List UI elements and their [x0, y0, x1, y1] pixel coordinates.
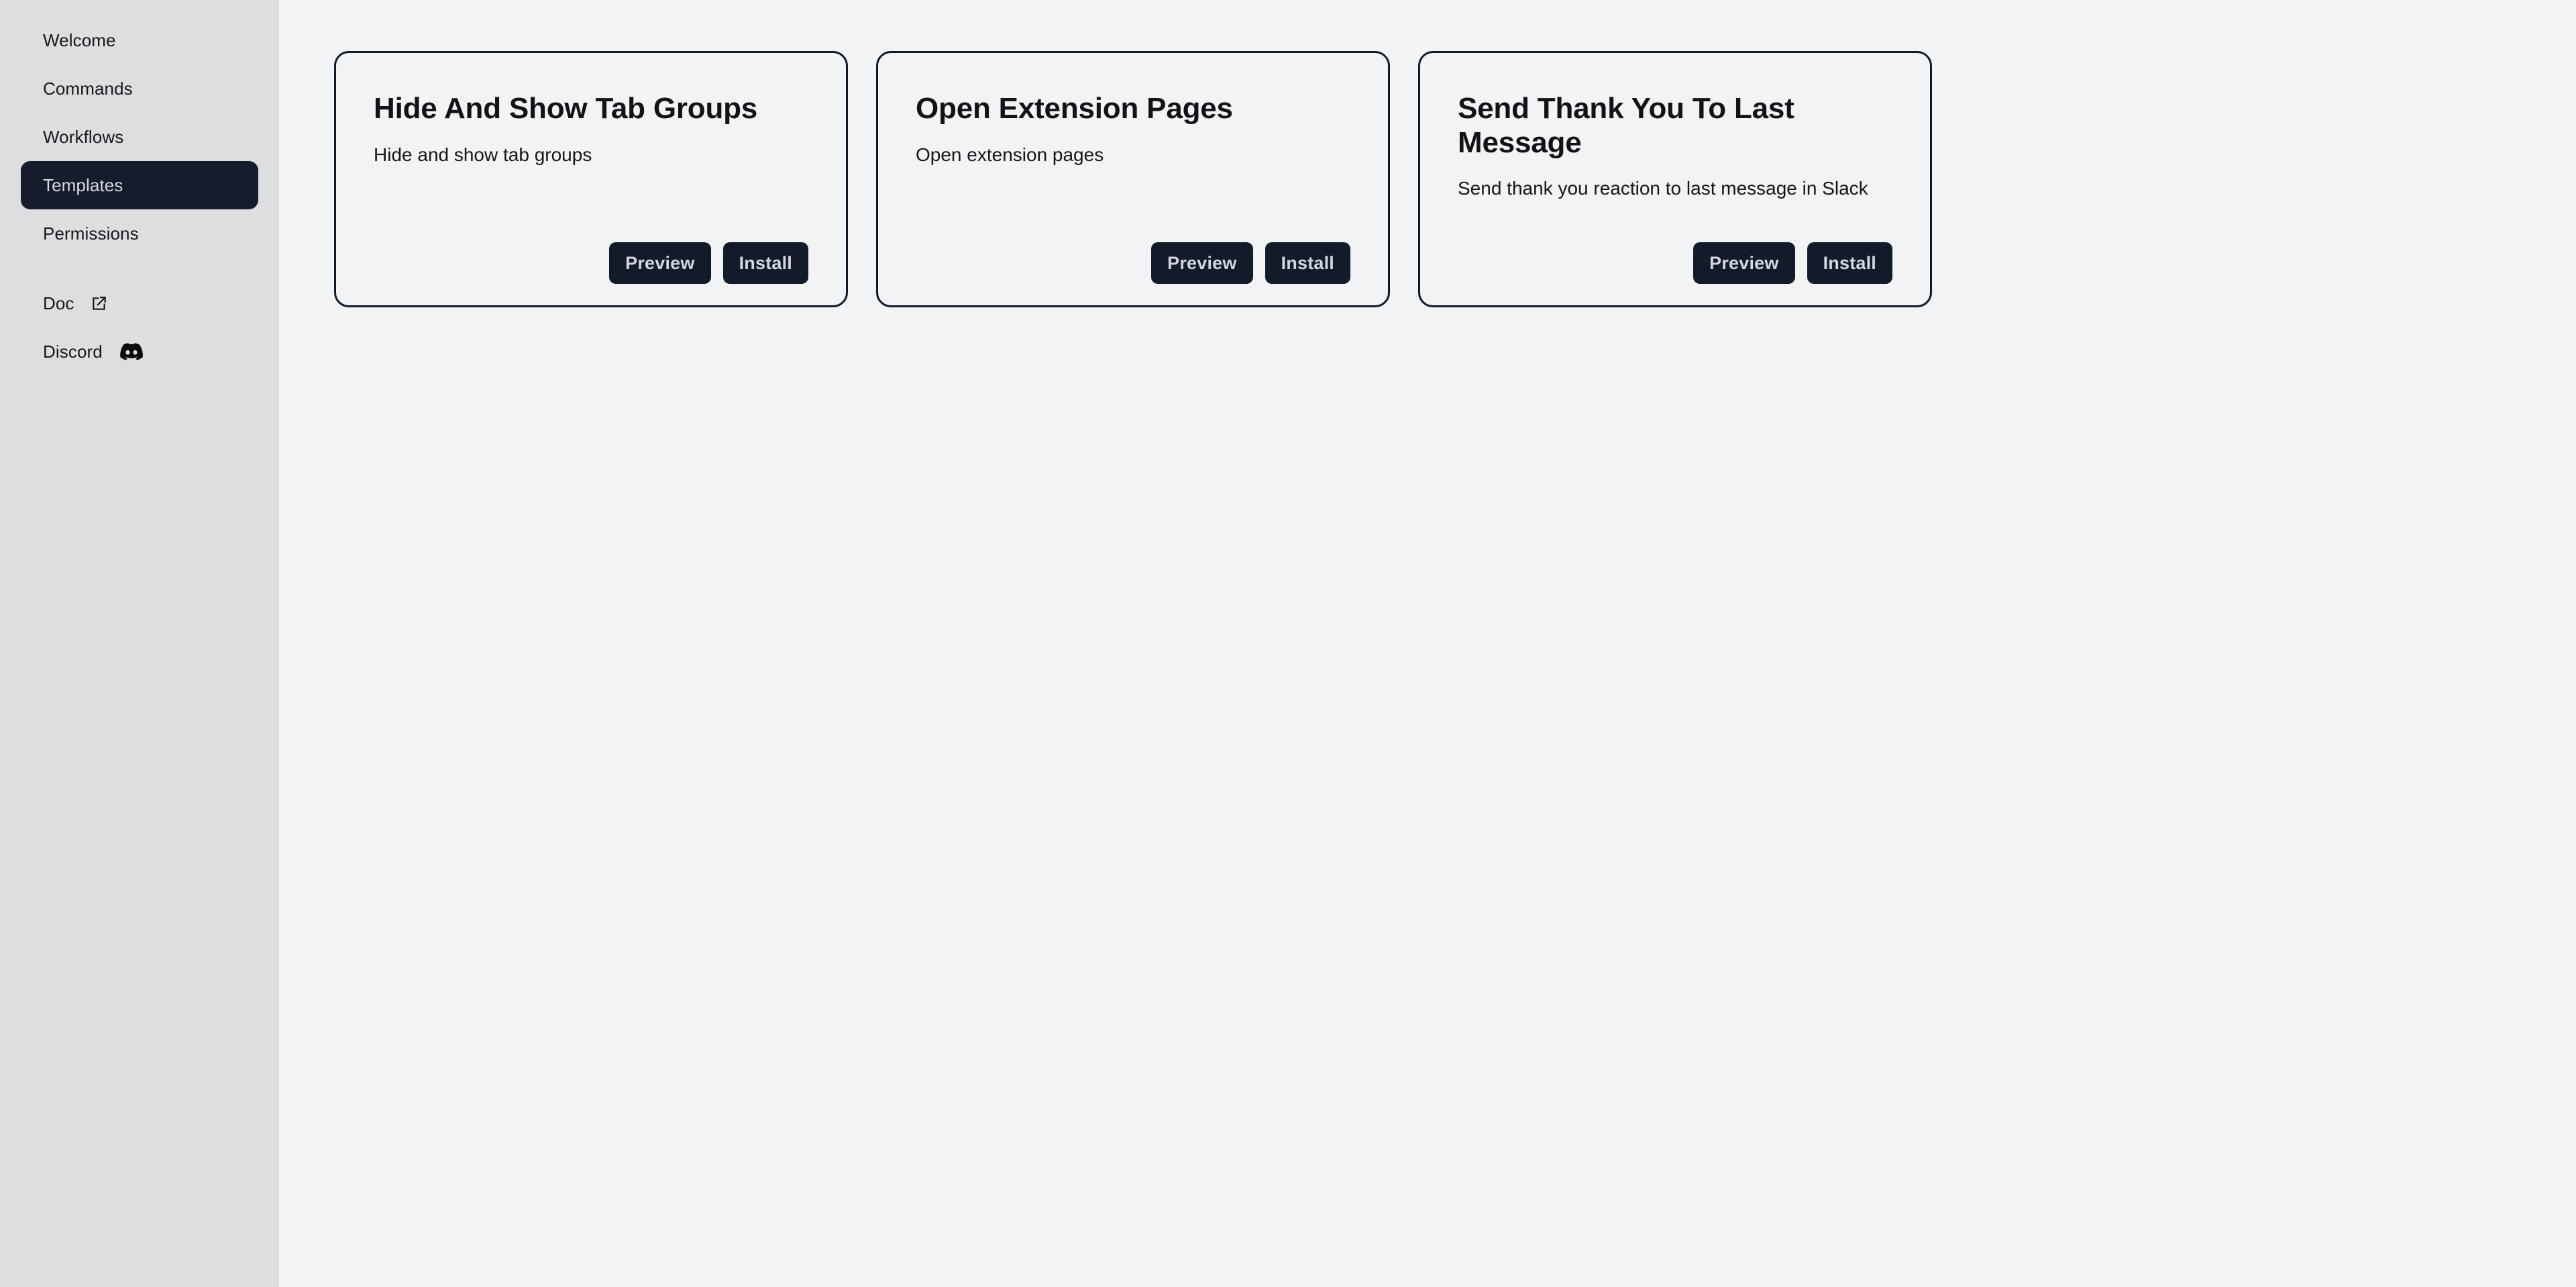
sidebar-item-label: Discord [43, 342, 103, 362]
template-card-description: Send thank you reaction to last message … [1458, 178, 1868, 199]
template-card-actions: Preview Install [1458, 242, 1892, 284]
sidebar-item-discord[interactable]: Discord [21, 327, 258, 376]
install-button[interactable]: Install [722, 242, 808, 284]
install-button[interactable]: Install [1807, 242, 1892, 284]
sidebar-item-label: Workflows [43, 127, 124, 147]
sidebar-item-label: Permissions [43, 223, 139, 244]
sidebar-item-label: Doc [43, 293, 74, 313]
sidebar-item-label: Templates [43, 175, 123, 195]
preview-button[interactable]: Preview [1151, 242, 1253, 284]
template-card-title: Open Extension Pages [916, 92, 1233, 125]
sidebar-item-doc[interactable]: Doc [21, 279, 258, 327]
sidebar-item-welcome[interactable]: Welcome [21, 16, 258, 64]
external-link-icon [91, 295, 108, 312]
sidebar-item-permissions[interactable]: Permissions [21, 209, 258, 258]
template-card-actions: Preview Install [374, 242, 808, 284]
sidebar-item-commands[interactable]: Commands [21, 64, 258, 113]
sidebar: Welcome Commands Workflows Templates Per… [0, 0, 279, 1287]
template-card: Hide And Show Tab Groups Hide and show t… [334, 51, 848, 307]
template-card: Send Thank You To Last Message Send than… [1418, 51, 1932, 307]
discord-icon [120, 343, 143, 360]
template-card: Open Extension Pages Open extension page… [876, 51, 1390, 307]
preview-button[interactable]: Preview [609, 242, 711, 284]
sidebar-item-templates[interactable]: Templates [21, 161, 258, 209]
sidebar-nav-list: Welcome Commands Workflows Templates Per… [0, 16, 279, 376]
template-card-title: Send Thank You To Last Message [1458, 92, 1794, 159]
template-card-actions: Preview Install [916, 242, 1350, 284]
main-content: Hide And Show Tab Groups Hide and show t… [279, 0, 2576, 1287]
preview-button[interactable]: Preview [1693, 242, 1795, 284]
sidebar-item-label: Welcome [43, 30, 116, 50]
sidebar-divider-gap [0, 258, 279, 279]
sidebar-item-label: Commands [43, 79, 133, 99]
sidebar-item-workflows[interactable]: Workflows [21, 113, 258, 161]
template-card-grid: Hide And Show Tab Groups Hide and show t… [334, 51, 2576, 307]
template-card-description: Open extension pages [916, 144, 1104, 165]
template-card-description: Hide and show tab groups [374, 144, 592, 165]
template-card-title: Hide And Show Tab Groups [374, 92, 758, 125]
install-button[interactable]: Install [1265, 242, 1350, 284]
